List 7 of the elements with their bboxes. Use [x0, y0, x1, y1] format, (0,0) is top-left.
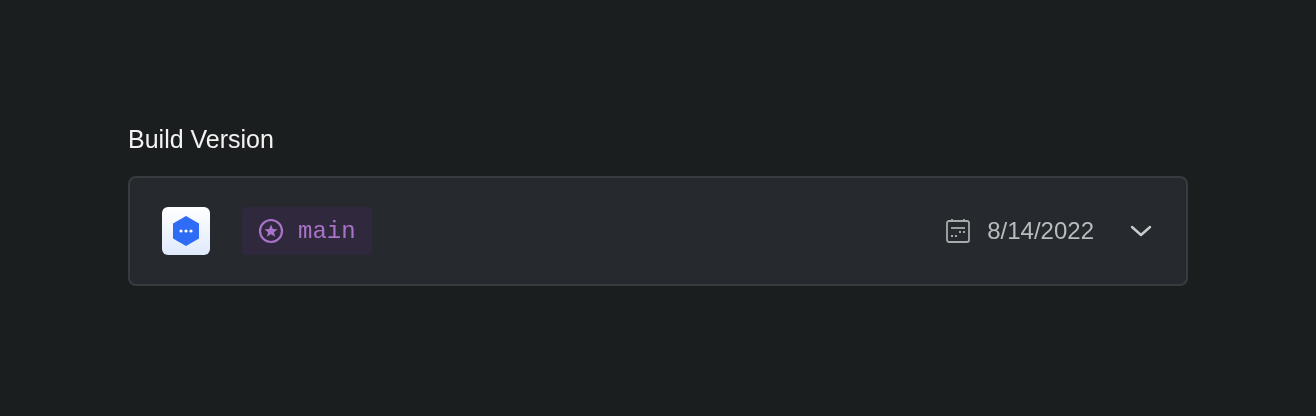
branch-name: main [298, 217, 356, 245]
build-version-select[interactable]: main 8/14/2022 [128, 176, 1188, 286]
field-label: Build Version [128, 124, 274, 155]
app-icon [162, 207, 210, 255]
build-date: 8/14/2022 [987, 217, 1094, 245]
chevron-down-icon [1130, 224, 1152, 238]
calendar-icon [945, 218, 972, 244]
